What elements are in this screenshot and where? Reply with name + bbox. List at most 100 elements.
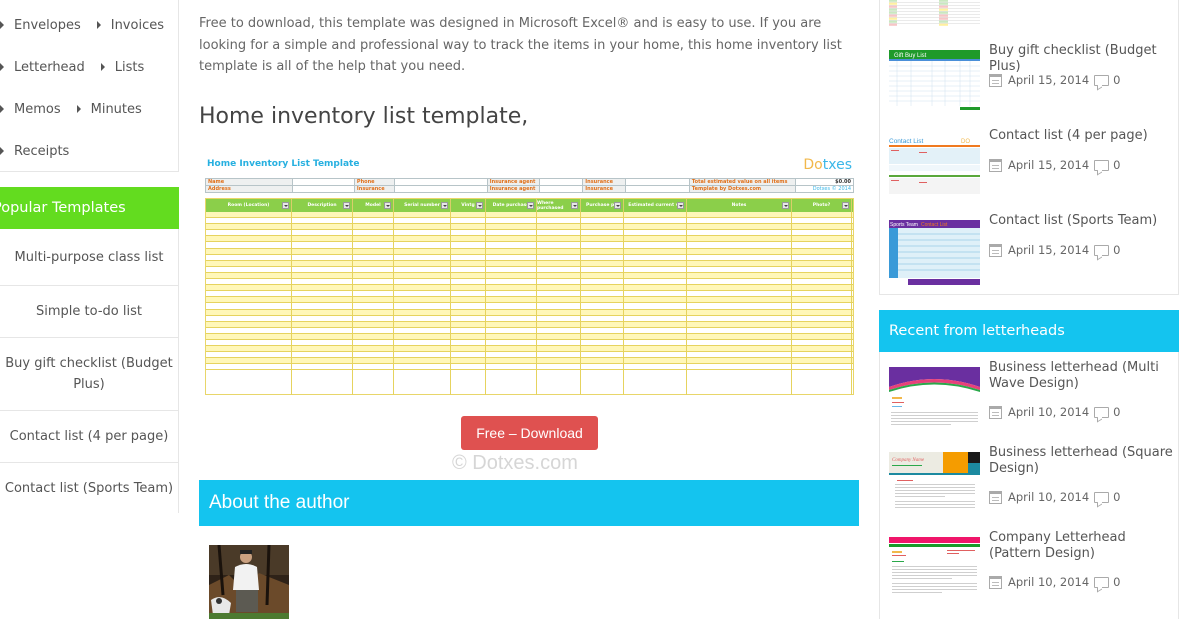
info-label: Total estimated value on all items	[688, 178, 796, 186]
thumbnail-contact-list: Contact List DO	[889, 135, 980, 200]
section-title: Home inventory list template,	[199, 104, 529, 129]
popular-item[interactable]: Contact list (4 per page)	[0, 411, 178, 463]
svg-text:Contact List: Contact List	[889, 138, 924, 145]
comment-count[interactable]: 0	[1113, 575, 1120, 589]
post-title[interactable]: Business letterhead (Multi Wave Design)	[989, 360, 1174, 392]
category-row: Receipts	[0, 141, 69, 161]
column-label: Serial number	[404, 203, 440, 208]
grid-column-header: Serial number	[394, 199, 451, 212]
comment-count[interactable]: 0	[1113, 490, 1120, 504]
column-label: Estimated current va	[628, 203, 682, 208]
author-avatar[interactable]	[209, 545, 289, 619]
category-lists[interactable]: Lists	[100, 60, 144, 75]
category-label: Invoices	[110, 17, 164, 33]
grid-column-header: Photo?	[792, 199, 852, 212]
comment-count[interactable]: 0	[1113, 405, 1120, 419]
comment-count[interactable]: 0	[1113, 243, 1120, 257]
category-envelopes[interactable]: Envelopes	[0, 18, 81, 33]
info-value	[394, 185, 488, 193]
post-date: April 15, 2014	[1008, 73, 1090, 87]
popular-item-label: Multi-purpose class list	[14, 249, 164, 265]
category-memos[interactable]: Memos	[0, 102, 61, 117]
author-photo	[209, 545, 289, 619]
thumbnail-square-design: Company Name	[889, 452, 980, 517]
calendar-icon	[989, 490, 1002, 504]
svg-text:Gift Buy List: Gift Buy List	[894, 53, 927, 59]
grid-column-header: Purchase pri	[581, 199, 624, 212]
info-label: Insurance	[582, 178, 626, 186]
comment-icon[interactable]	[1094, 406, 1110, 418]
comment-icon[interactable]	[1094, 159, 1110, 171]
free-download-button[interactable]: Free – Download	[461, 416, 598, 450]
post-title[interactable]: Contact list (Sports Team)	[989, 213, 1174, 229]
popular-item-label: Simple to-do list	[36, 304, 142, 319]
calendar-icon	[989, 73, 1002, 87]
category-invoices[interactable]: Invoices	[96, 17, 164, 33]
watermark: © Dotxes.com	[452, 452, 578, 474]
post-thumbnail	[889, 537, 980, 602]
filter-dropdown-icon	[614, 202, 621, 209]
info-label: Insurance agent	[486, 185, 541, 193]
calendar-icon	[989, 405, 1002, 419]
thumbnail-pattern-design	[889, 537, 980, 602]
recent-letterheads-title: Recent from letterheads	[889, 323, 1065, 339]
popular-item[interactable]: Buy gift checklist (Budget Plus)	[0, 338, 178, 411]
post-thumbnail: Gift Buy List	[889, 50, 980, 115]
category-row: Memos Minutes	[0, 99, 142, 119]
grid-column-header: Description	[292, 199, 353, 212]
popular-item[interactable]: Simple to-do list	[0, 286, 178, 338]
thumbnail-gift-list: Gift Buy List	[889, 50, 980, 115]
post-thumbnail	[889, 0, 980, 27]
grid-column-header: Room (Location)	[206, 199, 292, 212]
logo-part: Do	[803, 157, 823, 173]
filter-dropdown-icon	[476, 202, 483, 209]
grid-body	[206, 212, 853, 395]
category-label: Letterhead	[14, 59, 85, 75]
thumbnail-multi-wave	[889, 367, 980, 432]
comment-icon[interactable]	[1094, 491, 1110, 503]
filter-dropdown-icon	[384, 202, 391, 209]
caret-right-icon	[0, 63, 4, 71]
comment-icon[interactable]	[1094, 244, 1110, 256]
grid-column-header: Notes	[687, 199, 792, 212]
post-title[interactable]: Business letterhead (Square Design)	[989, 445, 1174, 477]
calendar-icon	[989, 158, 1002, 172]
grid-row	[206, 364, 853, 371]
svg-text:Sports Team: Sports Team	[890, 222, 918, 228]
grid-column-header: Date purchase	[486, 199, 537, 212]
info-value	[624, 178, 690, 186]
filter-dropdown-icon	[282, 202, 289, 209]
post-date: April 10, 2014	[1008, 490, 1090, 504]
post-meta: April 10, 2014 0	[989, 405, 1120, 419]
post-thumbnail	[889, 367, 980, 432]
popular-item-label: Buy gift checklist (Budget Plus)	[5, 356, 173, 392]
post-date: April 10, 2014	[1008, 575, 1090, 589]
category-minutes[interactable]: Minutes	[76, 102, 142, 117]
post-title[interactable]: Buy gift checklist (Budget Plus)	[989, 43, 1174, 75]
post-date: April 15, 2014	[1008, 158, 1090, 172]
category-letterhead[interactable]: Letterhead	[0, 60, 85, 75]
preview-info-table: Name Phone Insurance agent Insurance Tot…	[205, 178, 855, 193]
comment-icon[interactable]	[1094, 74, 1110, 86]
category-receipts[interactable]: Receipts	[0, 144, 69, 159]
post-thumbnail: Contact List DO	[889, 135, 980, 200]
category-label: Envelopes	[14, 17, 81, 33]
template-preview-image[interactable]: Home Inventory List Template Dotxes Name…	[204, 155, 855, 397]
info-label: Insurance agent	[486, 178, 541, 186]
comment-count[interactable]: 0	[1113, 73, 1120, 87]
info-label: Insurance	[353, 185, 396, 193]
filter-dropdown-icon	[571, 202, 578, 209]
comment-icon[interactable]	[1094, 576, 1110, 588]
post-title[interactable]: Company Letterhead (Pattern Design)	[989, 530, 1174, 562]
grid-column-header: Estimated current va	[624, 199, 687, 212]
popular-item[interactable]: Contact list (Sports Team)	[0, 463, 178, 513]
info-value	[291, 178, 355, 186]
popular-item[interactable]: Multi-purpose class list	[0, 229, 178, 286]
column-label: Notes	[731, 203, 747, 208]
column-label: Date purchase	[492, 203, 530, 208]
popular-templates-header: Popular Templates	[0, 187, 179, 229]
inventory-grid: Room (Location) Description Model Serial nu…	[205, 198, 854, 395]
thumbnail-spreadsheet	[889, 0, 980, 27]
post-title[interactable]: Contact list (4 per page)	[989, 128, 1174, 144]
comment-count[interactable]: 0	[1113, 158, 1120, 172]
